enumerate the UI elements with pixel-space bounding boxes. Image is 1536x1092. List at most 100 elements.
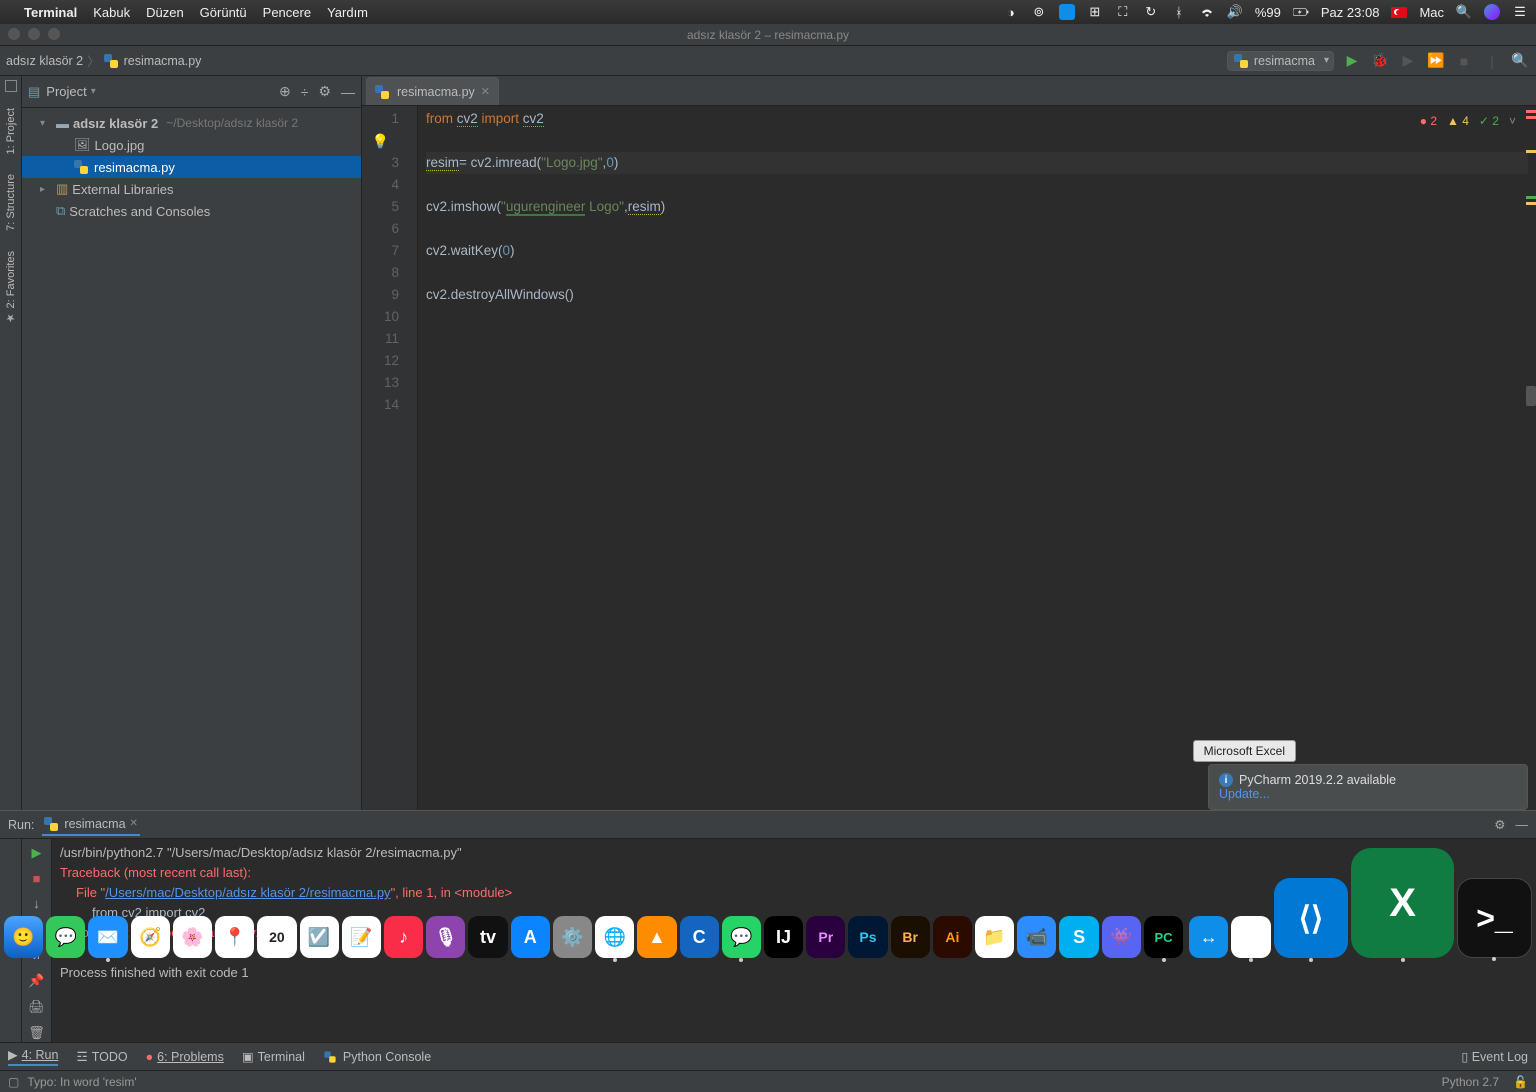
dock-vscode[interactable]: ⟨⟩ [1274, 878, 1349, 958]
clock-time[interactable]: Paz 23:08 [1321, 5, 1380, 20]
delete-button[interactable]: 🗑 [28, 1025, 45, 1041]
hide-icon[interactable]: — [1516, 818, 1529, 832]
do-not-disturb-icon[interactable]: ◑ [1003, 4, 1019, 20]
dock-chrome[interactable]: 🌐 [595, 916, 634, 958]
dock-c[interactable]: C [680, 916, 719, 958]
close-tab-icon[interactable]: ✕ [130, 818, 138, 829]
dock-premiere[interactable]: Pr [806, 916, 845, 958]
terminal-tool-tab[interactable]: ▣ Terminal [242, 1049, 305, 1064]
dock-illustrator[interactable]: Ai [933, 916, 972, 958]
dock-excel[interactable]: X [1351, 848, 1454, 958]
dock-pycharm[interactable]: PC [1144, 916, 1183, 958]
camera-icon[interactable]: ⛶ [1115, 4, 1131, 20]
status-interpreter[interactable]: Python 2.7 [1442, 1075, 1499, 1089]
dock-teamviewer[interactable]: ↔ [1189, 916, 1228, 958]
coverage-button[interactable]: ▶ [1398, 51, 1418, 71]
project-tree[interactable]: ▾ ▬ adsız klasör 2 ~/Desktop/adsız klasö… [22, 108, 361, 810]
close-tab-icon[interactable]: ✕ [481, 85, 490, 98]
project-tool-tab[interactable]: 1: Project [5, 104, 17, 158]
creative-cloud-icon[interactable]: ⊚ [1031, 4, 1047, 20]
hide-icon[interactable]: — [341, 84, 355, 100]
tree-root[interactable]: ▾ ▬ adsız klasör 2 ~/Desktop/adsız klasö… [22, 112, 361, 134]
dock-safari[interactable]: 🧭 [131, 916, 170, 958]
dock-skype[interactable]: S [1059, 916, 1098, 958]
wifi-icon[interactable] [1199, 4, 1215, 20]
breadcrumb[interactable]: adsız klasör 2 〉 resimacma.py [6, 51, 201, 70]
code-analysis-indicator[interactable]: ● 2 ▲ 4 ✓ 2 ˅ [1420, 110, 1516, 132]
dock-mail[interactable]: ✉️ [88, 916, 127, 958]
bluetooth-icon[interactable]: ᚼ [1171, 4, 1187, 20]
flag-tr-icon[interactable] [1391, 7, 1407, 18]
user-name[interactable]: Mac [1419, 5, 1444, 20]
menubar-item[interactable]: Pencere [263, 5, 311, 20]
control-center-icon[interactable]: ☰ [1512, 4, 1528, 20]
python-console-tool-tab[interactable]: Python Console [323, 1050, 431, 1064]
teamviewer-icon[interactable] [1059, 4, 1075, 20]
dock-podcasts[interactable]: 🎙 [426, 916, 465, 958]
project-view-square-icon[interactable] [5, 80, 17, 92]
chevron-down-icon[interactable]: ▾ [40, 118, 52, 129]
settings-icon[interactable]: ⚙ [318, 83, 331, 100]
dock-drive[interactable]: 📁 [975, 916, 1014, 958]
menubar-item[interactable]: Görüntü [200, 5, 247, 20]
pin-button[interactable]: 📌 [28, 973, 44, 989]
editor-scrollbar[interactable] [1524, 106, 1536, 810]
volume-icon[interactable]: 🔊 [1227, 4, 1243, 20]
dock-notes[interactable]: 📝 [342, 916, 381, 958]
print-button[interactable]: 🖨 [28, 999, 45, 1015]
structure-tool-tab[interactable]: 7: Structure [5, 170, 17, 235]
locate-icon[interactable]: ⊕ [279, 83, 291, 100]
rerun-button[interactable]: ▶ [32, 845, 42, 861]
dock-messages[interactable]: 💬 [46, 916, 85, 958]
tree-file-selected[interactable]: resimacma.py [22, 156, 361, 178]
dock-photos[interactable]: 🌸 [173, 916, 212, 958]
battery-icon[interactable] [1293, 4, 1309, 20]
traffic-lights[interactable] [8, 28, 60, 40]
editor-tab[interactable]: resimacma.py ✕ [366, 77, 499, 105]
tree-file[interactable]: 🖼 Logo.jpg [22, 134, 361, 156]
breadcrumb-root[interactable]: adsız klasör 2 [6, 54, 83, 68]
status-icon[interactable]: ▢ [8, 1075, 19, 1089]
run-tab[interactable]: resimacma ✕ [42, 814, 140, 836]
tree-scratches[interactable]: ⧉ Scratches and Consoles [22, 200, 361, 222]
dock-photoshop[interactable]: Ps [848, 916, 887, 958]
run-config-selector[interactable]: resimacma [1227, 51, 1334, 71]
problems-tool-tab[interactable]: ● 6: Problems [146, 1050, 224, 1064]
editor-body[interactable]: 1💡34567891011121314 ● 2 ▲ 4 ✓ 2 ˅ from c… [362, 106, 1536, 810]
collapse-icon[interactable]: ÷ [301, 84, 309, 100]
run-tool-tab[interactable]: ▶ 4: Run [8, 1047, 58, 1066]
todo-tool-tab[interactable]: ☲ TODO [76, 1049, 127, 1064]
status-lock-icon[interactable]: 🔓 [1513, 1075, 1528, 1089]
menubar-app[interactable]: Terminal [24, 5, 77, 20]
project-header-label[interactable]: Project ▾ [46, 84, 96, 99]
dock-music[interactable]: ♪ [384, 916, 423, 958]
stop-button[interactable]: ■ [33, 871, 41, 886]
dock-bridge[interactable]: Br [891, 916, 930, 958]
tree-ext-libraries[interactable]: ▸ ▥ External Libraries [22, 178, 361, 200]
debug-button[interactable]: 🐞 [1370, 51, 1390, 71]
dock-reminders[interactable]: ☑️ [300, 916, 339, 958]
search-everywhere-button[interactable]: 🔍 [1510, 51, 1530, 71]
dock-terminal[interactable]: >_ [1457, 878, 1532, 958]
settings-icon[interactable]: ⚙ [1494, 817, 1505, 832]
run-button[interactable]: ▶ [1342, 51, 1362, 71]
update-notification[interactable]: iPyCharm 2019.2.2 available Update... [1208, 764, 1528, 810]
menubar-item[interactable]: Kabuk [93, 5, 130, 20]
dock-maps[interactable]: 📍 [215, 916, 254, 958]
dock-tv[interactable]: tv [468, 916, 507, 958]
dock-settings[interactable]: ⚙️ [553, 916, 592, 958]
dock-zoom[interactable]: 📹 [1017, 916, 1056, 958]
breadcrumb-file[interactable]: resimacma.py [124, 54, 202, 68]
grid-icon[interactable]: ⊞ [1087, 4, 1103, 20]
menubar-item[interactable]: Düzen [146, 5, 184, 20]
event-log-tab[interactable]: ▯ Event Log [1461, 1049, 1528, 1064]
dock-calendar[interactable]: 20 [257, 916, 296, 958]
menubar-item[interactable]: Yardım [327, 5, 368, 20]
editor-code[interactable]: ● 2 ▲ 4 ✓ 2 ˅ from cv2 import cv2resim= … [418, 106, 1536, 810]
siri-icon[interactable] [1484, 4, 1500, 20]
profile-button[interactable]: ⏩ [1426, 51, 1446, 71]
dock-preview[interactable]: 🖼 [1231, 916, 1270, 958]
dock-finder[interactable]: 🙂 [4, 916, 43, 958]
chevron-down-icon[interactable]: ˅ [1509, 110, 1516, 132]
dock-whatsapp[interactable]: 💬 [722, 916, 761, 958]
